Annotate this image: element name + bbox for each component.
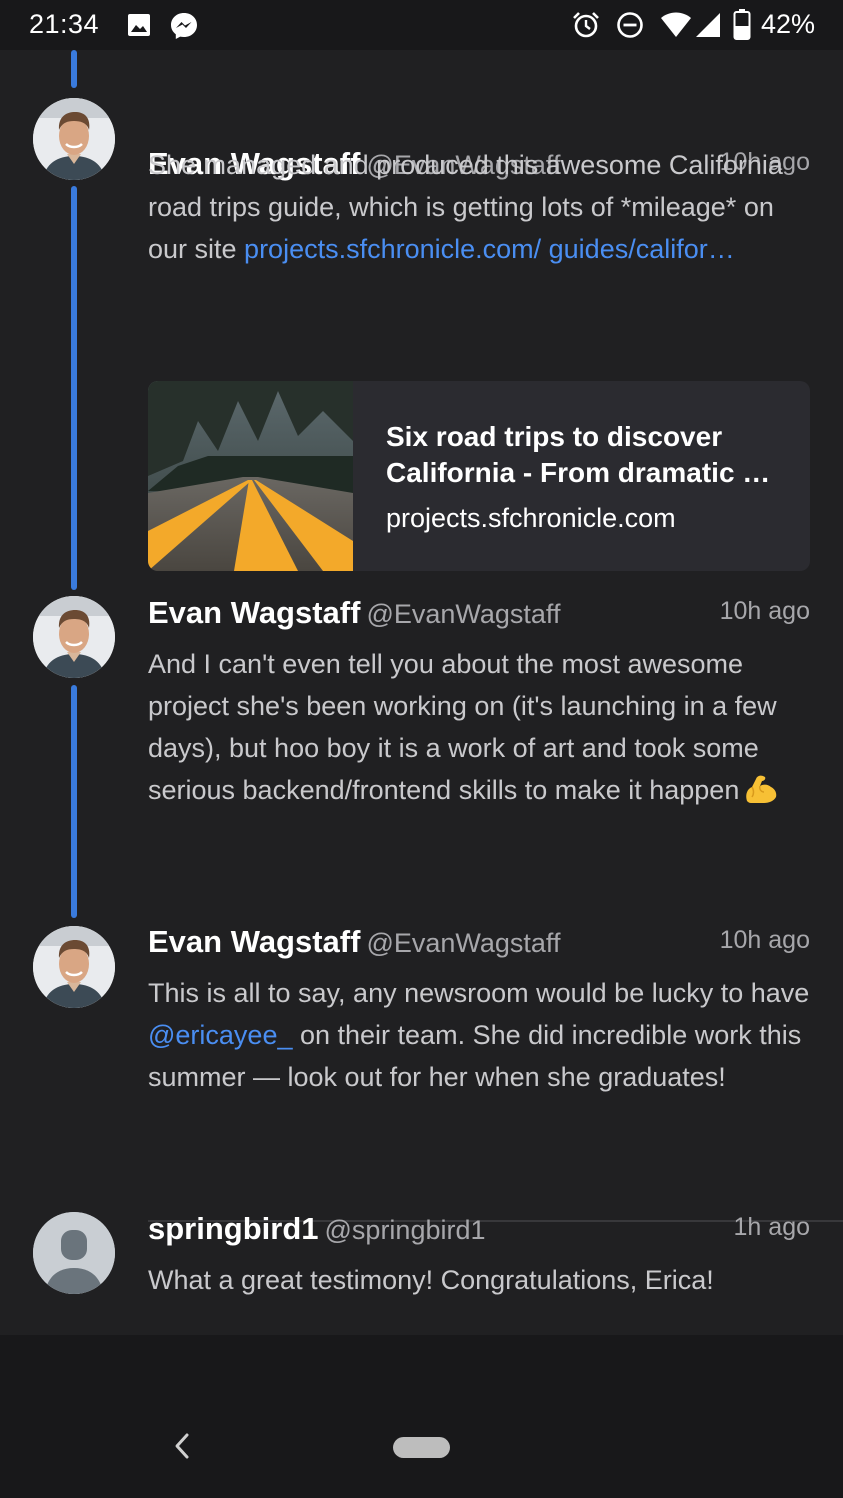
author-handle[interactable]: @springbird1 xyxy=(325,1215,486,1245)
link-preview-domain: projects.sfchronicle.com xyxy=(386,503,676,533)
home-button[interactable] xyxy=(393,1437,450,1458)
thread-line xyxy=(71,186,77,590)
tweet-text: This is all to say, any newsroom would b… xyxy=(148,972,818,1098)
tweet-timestamp: 10h ago xyxy=(719,926,810,954)
do-not-disturb-icon xyxy=(617,12,643,38)
tweet-text: And I can't even tell you about the most… xyxy=(148,643,818,811)
tweet-text-content: This is all to say, any newsroom would b… xyxy=(148,978,810,1008)
battery-icon xyxy=(733,9,751,40)
cell-signal-icon xyxy=(696,13,720,37)
link-preview-image xyxy=(148,381,353,571)
battery-percentage: 42% xyxy=(760,9,815,39)
default-avatar-icon[interactable] xyxy=(33,1212,115,1294)
flexed-biceps-icon xyxy=(746,775,777,803)
avatar[interactable] xyxy=(33,596,115,678)
tweet-text-content: What a great testimony! Congratulations,… xyxy=(148,1265,714,1295)
author-name[interactable]: Evan Wagstaff xyxy=(148,595,360,630)
author-handle[interactable]: @EvanWagstaff xyxy=(366,928,560,958)
tweet-header: Evan Wagstaff @EvanWagstaff 10h ago xyxy=(148,924,810,964)
tweet-timestamp: 1h ago xyxy=(733,1213,810,1241)
author-handle[interactable]: @EvanWagstaff xyxy=(366,599,560,629)
thread-line xyxy=(71,50,77,88)
avatar[interactable] xyxy=(33,98,115,180)
user-mention-link[interactable]: @ericayee_ xyxy=(148,1020,292,1050)
tweet-text: What a great testimony! Congratulations,… xyxy=(148,1259,818,1301)
tweet-text: She managed and produced this awesome Ca… xyxy=(148,144,818,270)
tweet-text-content: And I can't even tell you about the most… xyxy=(148,649,777,805)
tweet-thread[interactable]: Evan Wagstaff @EvanWagstaff 10h ago She m… xyxy=(0,50,843,1335)
image-icon xyxy=(128,14,150,36)
messenger-icon xyxy=(171,13,197,39)
thread-line xyxy=(71,685,77,918)
alarm-icon xyxy=(573,12,599,38)
status-time: 21:34 xyxy=(29,9,100,39)
tweet-timestamp: 10h ago xyxy=(719,597,810,625)
tweet-header: Evan Wagstaff @EvanWagstaff 10h ago xyxy=(148,595,810,635)
tweet-link[interactable]: projects.sfchronicle.com/ guides/califor… xyxy=(244,234,735,264)
avatar[interactable] xyxy=(33,926,115,1008)
navigation-bar xyxy=(0,1335,843,1498)
tweet-header: springbird1 @springbird1 1h ago xyxy=(148,1211,810,1251)
wifi-icon xyxy=(661,12,691,37)
link-preview-card[interactable]: Six road trips to discover California - … xyxy=(148,381,810,571)
link-preview-title: Six road trips to discover California - … xyxy=(386,421,771,488)
author-name[interactable]: springbird1 xyxy=(148,1211,319,1246)
back-chevron-icon[interactable] xyxy=(168,1431,198,1461)
author-name[interactable]: Evan Wagstaff xyxy=(148,924,360,959)
status-bar: 21:34 42% xyxy=(0,0,843,50)
